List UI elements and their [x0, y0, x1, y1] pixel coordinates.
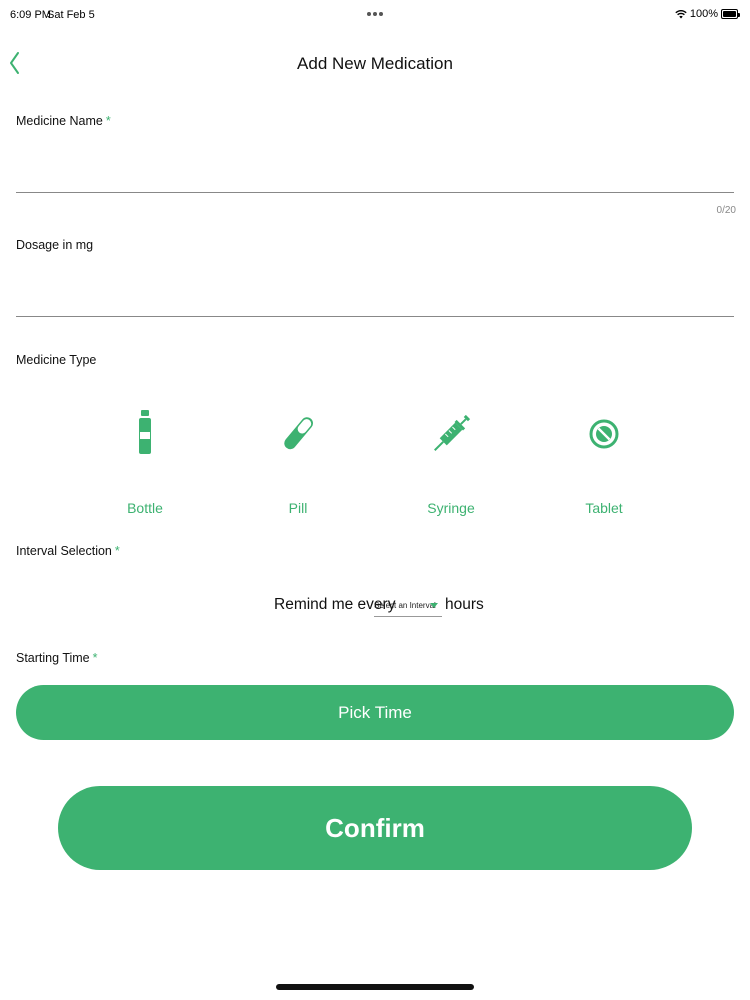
multitasking-dots-icon[interactable]: [367, 12, 383, 16]
syringe-icon: [434, 414, 471, 451]
home-indicator[interactable]: [276, 984, 474, 990]
medicine-type-tablet[interactable]: Tablet: [559, 400, 649, 525]
medicine-type-bottle[interactable]: Bottle: [100, 400, 190, 525]
interval-selection-label: Interval Selection *: [16, 544, 120, 558]
confirm-button[interactable]: Confirm: [58, 786, 692, 870]
dosage-label: Dosage in mg: [16, 238, 94, 252]
medicine-type-label-pill: Pill: [288, 500, 308, 516]
medicine-name-label-text: Medicine Name: [16, 114, 103, 128]
pill-icon: [284, 417, 313, 450]
status-bar: 6:09 PM Sat Feb 5 100%: [0, 0, 750, 30]
medicine-name-label: Medicine Name *: [16, 114, 111, 128]
medicine-type-pill[interactable]: Pill: [253, 400, 343, 525]
starting-time-label: Starting Time *: [16, 651, 98, 665]
caret-down-icon: [430, 603, 438, 608]
wifi-icon: [675, 9, 687, 19]
medicine-name-input[interactable]: [16, 153, 734, 193]
interval-select-placeholder: Select an Interval: [374, 601, 436, 610]
tablet-icon: [589, 419, 619, 449]
medicine-type-label: Medicine Type: [16, 353, 97, 367]
nav-bar: Add New Medication: [0, 42, 750, 86]
medicine-type-label-bottle: Bottle: [127, 500, 163, 516]
dosage-input[interactable]: [16, 277, 734, 317]
medicine-type-syringe[interactable]: Syringe: [406, 400, 496, 525]
required-mark: *: [114, 544, 120, 558]
interval-select[interactable]: Select an Interval: [374, 595, 442, 617]
status-time: 6:09 PM: [10, 9, 51, 21]
battery-percent: 100%: [689, 8, 718, 20]
bottle-icon: [139, 410, 151, 454]
medicine-type-label-syringe: Syringe: [427, 500, 475, 516]
required-mark: *: [92, 651, 98, 665]
battery-icon: [721, 9, 740, 19]
status-right: 100%: [675, 8, 740, 20]
status-date: Sat Feb 5: [47, 9, 95, 21]
medicine-type-label-tablet: Tablet: [585, 500, 623, 516]
page-title: Add New Medication: [297, 54, 453, 73]
interval-row: Remind me every Select an Interval hours: [0, 593, 750, 625]
required-mark: *: [105, 114, 111, 128]
interval-selection-label-text: Interval Selection: [16, 544, 112, 558]
starting-time-label-text: Starting Time: [16, 651, 90, 665]
hours-suffix: hours: [445, 596, 484, 613]
pick-time-button[interactable]: Pick Time: [16, 685, 734, 740]
character-counter: 0/20: [716, 205, 736, 216]
